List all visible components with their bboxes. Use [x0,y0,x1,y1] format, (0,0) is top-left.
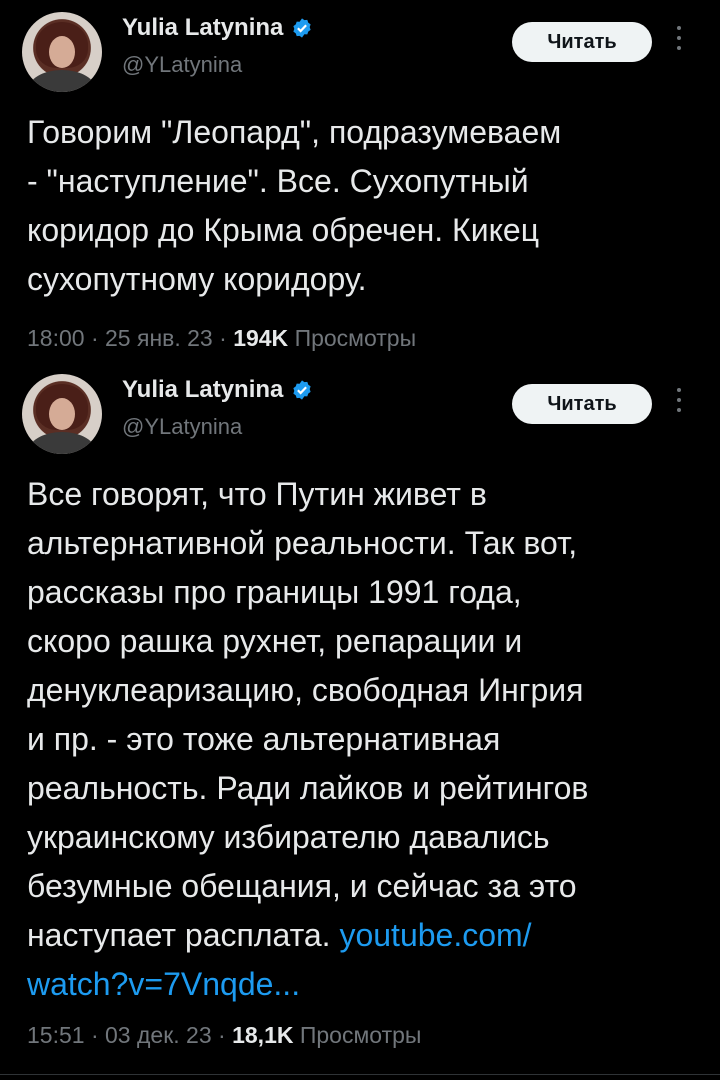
author-handle[interactable]: @YLatynina [122,414,242,440]
tweet-meta: 18:00 · 25 янв. 23 · 194K Просмотры [27,325,416,352]
avatar-face [49,36,75,68]
tweet-meta: 15:51 · 03 дек. 23 · 18,1K Просмотры [27,1022,421,1049]
avatar-shoulders [28,432,96,454]
separator: · [90,325,99,351]
tweet-time[interactable]: 18:00 [27,325,85,351]
tweet-date[interactable]: 03 дек. 23 [105,1022,212,1048]
views-count[interactable]: 18,1K [232,1022,293,1048]
separator: · [90,1022,99,1048]
separator: · [219,325,227,351]
avatar-shoulders [28,70,96,92]
author-name[interactable]: Yulia Latynina [122,376,283,404]
tweet-text: Все говорят, что Путин живет в альтернат… [27,470,697,1009]
avatar[interactable] [22,12,102,92]
divider [0,1074,720,1075]
author-name[interactable]: Yulia Latynina [122,14,283,42]
separator: · [218,1022,226,1048]
follow-button[interactable]: Читать [512,22,652,62]
author-row: Yulia Latynina [122,376,313,404]
follow-button[interactable]: Читать [512,384,652,424]
verified-badge-icon [293,18,312,38]
tweet-card: Yulia Latynina @YLatynina Читать Говорим… [0,0,720,351]
views-count[interactable]: 194K [233,325,288,351]
more-vertical-icon[interactable] [674,26,684,60]
tweet-body: Говорим "Леопард", подразумеваем - "наст… [27,114,562,297]
avatar-face [49,398,75,430]
more-vertical-icon[interactable] [674,388,684,422]
tweet-text: Говорим "Леопард", подразумеваем - "наст… [27,108,697,304]
tweet-header: Yulia Latynina @YLatynina Читать [0,0,720,100]
tweet-date[interactable]: 25 янв. 23 [105,325,213,351]
author-row: Yulia Latynina [122,14,313,42]
verified-badge-icon [293,380,312,400]
avatar[interactable] [22,374,102,454]
author-handle[interactable]: @YLatynina [122,52,242,78]
tweet-card: Yulia Latynina @YLatynina Читать Все гов… [0,362,720,1048]
tweet-time[interactable]: 15:51 [27,1022,85,1048]
views-label: Просмотры [299,1022,422,1048]
views-label: Просмотры [294,325,417,351]
tweet-header: Yulia Latynina @YLatynina Читать [0,362,720,462]
tweet-body: Все говорят, что Путин живет в альтернат… [27,476,589,953]
